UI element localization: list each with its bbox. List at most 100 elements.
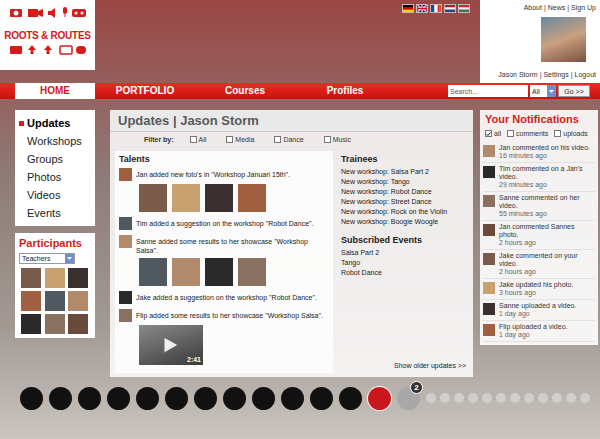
filter-option[interactable]: All — [190, 135, 207, 144]
photo-thumbnail[interactable] — [172, 258, 200, 286]
talent-avatar[interactable] — [119, 291, 132, 304]
trainee-update[interactable]: New workshop: Robot Dance — [341, 187, 466, 197]
trainee-update[interactable]: New workshop: Street Dance — [341, 197, 466, 207]
sidebar-item[interactable]: Groups — [19, 150, 91, 168]
participant-avatar[interactable] — [45, 291, 65, 311]
trainee-update[interactable]: New workshop: Rock on the Violin — [341, 207, 466, 217]
trainee-update[interactable]: New workshop: Tango — [341, 177, 466, 187]
sidebar-item[interactable]: Workshops — [19, 132, 91, 150]
timeline-dot[interactable] — [440, 393, 450, 403]
photo-thumbnail[interactable] — [238, 258, 266, 286]
photo-thumbnail[interactable] — [205, 258, 233, 286]
nav-tab[interactable]: Profiles — [295, 83, 395, 99]
checkbox[interactable] — [274, 136, 281, 143]
timeline-dot[interactable] — [20, 387, 43, 410]
subscribed-event[interactable]: Tango — [341, 258, 466, 268]
photo-thumbnail[interactable] — [205, 184, 233, 212]
notification-filter[interactable]: comments — [507, 129, 548, 138]
notification-item[interactable]: Jan commented on his video.16 minutes ag… — [483, 142, 595, 163]
logo-title[interactable]: ROOTS & ROUTES — [4, 30, 91, 42]
trainee-update[interactable]: New workshop: Salsa Part 2 — [341, 167, 466, 177]
checkbox[interactable] — [226, 136, 233, 143]
timeline-dot[interactable] — [566, 393, 576, 403]
flag-icon[interactable] — [458, 4, 470, 13]
user-avatar[interactable] — [541, 17, 586, 62]
timeline-dot[interactable] — [468, 393, 478, 403]
filter-option[interactable]: Dance — [274, 135, 303, 144]
user-link[interactable]: Logout — [575, 70, 596, 79]
timeline-dot[interactable] — [538, 393, 548, 403]
sidebar-item[interactable]: Videos — [19, 186, 91, 204]
notification-item[interactable]: Jake updated his photo.3 hours ago — [483, 279, 595, 300]
timeline-dot[interactable] — [107, 387, 130, 410]
participant-avatar[interactable] — [45, 314, 65, 334]
notification-item[interactable]: Sanne uploaded a video.1 day ago — [483, 300, 595, 321]
notification-item[interactable]: Sanne commented on her video.55 minutes … — [483, 192, 595, 221]
checkbox[interactable] — [507, 130, 514, 137]
timeline-dot[interactable] — [524, 393, 534, 403]
notification-item[interactable]: Jan commented Sannes photo.2 hours ago — [483, 221, 595, 250]
filter-option[interactable]: Music — [324, 135, 351, 144]
top-link[interactable]: Sign Up — [571, 3, 596, 12]
talent-avatar[interactable] — [119, 217, 132, 230]
talent-avatar[interactable] — [119, 168, 132, 181]
photo-thumbnail[interactable] — [238, 184, 266, 212]
timeline-dot[interactable] — [194, 387, 217, 410]
notification-item[interactable]: Flip uploaded a video.1 day ago — [483, 321, 595, 342]
sidebar-item[interactable]: Updates — [19, 114, 91, 132]
timeline-dot[interactable] — [252, 387, 275, 410]
go-button[interactable]: Go >> — [558, 85, 590, 97]
top-link[interactable]: About — [524, 3, 542, 12]
show-older-link[interactable]: Show older updates >> — [341, 355, 466, 370]
timeline-dot[interactable] — [426, 393, 436, 403]
photo-thumbnail[interactable] — [172, 184, 200, 212]
flag-icon[interactable] — [430, 4, 442, 13]
scope-select[interactable]: All — [530, 85, 556, 97]
subscribed-event[interactable]: Salsa Part 2 — [341, 248, 466, 258]
timeline-dot[interactable] — [165, 387, 188, 410]
timeline-dot[interactable] — [496, 393, 506, 403]
photo-thumbnail[interactable] — [139, 184, 167, 212]
timeline-dot[interactable] — [281, 387, 304, 410]
sidebar-item[interactable]: Events — [19, 204, 91, 222]
checkbox[interactable] — [324, 136, 331, 143]
timeline-dot[interactable] — [339, 387, 362, 410]
timeline-dot[interactable] — [552, 393, 562, 403]
timeline-dot[interactable] — [482, 393, 492, 403]
user-name[interactable]: Jason Storm — [498, 70, 537, 79]
photo-thumbnail[interactable] — [139, 258, 167, 286]
search-field[interactable] — [448, 85, 528, 97]
participant-avatar[interactable] — [21, 268, 41, 288]
timeline-dot[interactable] — [510, 393, 520, 403]
timeline-dot[interactable] — [310, 387, 333, 410]
play-icon[interactable] — [163, 336, 179, 354]
participant-avatar[interactable] — [68, 268, 88, 288]
participant-avatar[interactable] — [68, 314, 88, 334]
timeline-dot[interactable] — [223, 387, 246, 410]
nav-tab[interactable]: HOME — [15, 83, 95, 99]
timeline-dot[interactable] — [49, 387, 72, 410]
video-thumbnail[interactable]: 2:41 — [139, 325, 203, 365]
participants-filter[interactable]: Teachers — [19, 253, 75, 264]
flag-icon[interactable] — [416, 4, 428, 13]
participant-avatar[interactable] — [68, 291, 88, 311]
checkbox[interactable] — [554, 130, 561, 137]
notification-item[interactable]: Jake commented on your video.2 hours ago — [483, 250, 595, 279]
talent-avatar[interactable] — [119, 235, 132, 248]
participant-avatar[interactable] — [21, 291, 41, 311]
timeline-dot[interactable] — [454, 393, 464, 403]
participant-avatar[interactable] — [45, 268, 65, 288]
trainee-update[interactable]: New workshop: Boogie Woogle — [341, 217, 466, 227]
participant-avatar[interactable] — [21, 314, 41, 334]
logo[interactable]: ROOTS & ROUTES — [0, 0, 95, 70]
subscribed-event[interactable]: Robot Dance — [341, 268, 466, 278]
timeline-dot[interactable] — [580, 393, 590, 403]
flag-icon[interactable] — [402, 4, 414, 13]
nav-tab[interactable]: PORTFOLIO — [95, 83, 195, 99]
talent-avatar[interactable] — [119, 309, 132, 322]
timeline-dot[interactable] — [368, 387, 391, 410]
flag-icon[interactable] — [444, 4, 456, 13]
notification-filter[interactable]: uploads — [554, 129, 588, 138]
timeline-dot[interactable]: 2 — [397, 387, 420, 410]
sidebar-item[interactable]: Photos — [19, 168, 91, 186]
